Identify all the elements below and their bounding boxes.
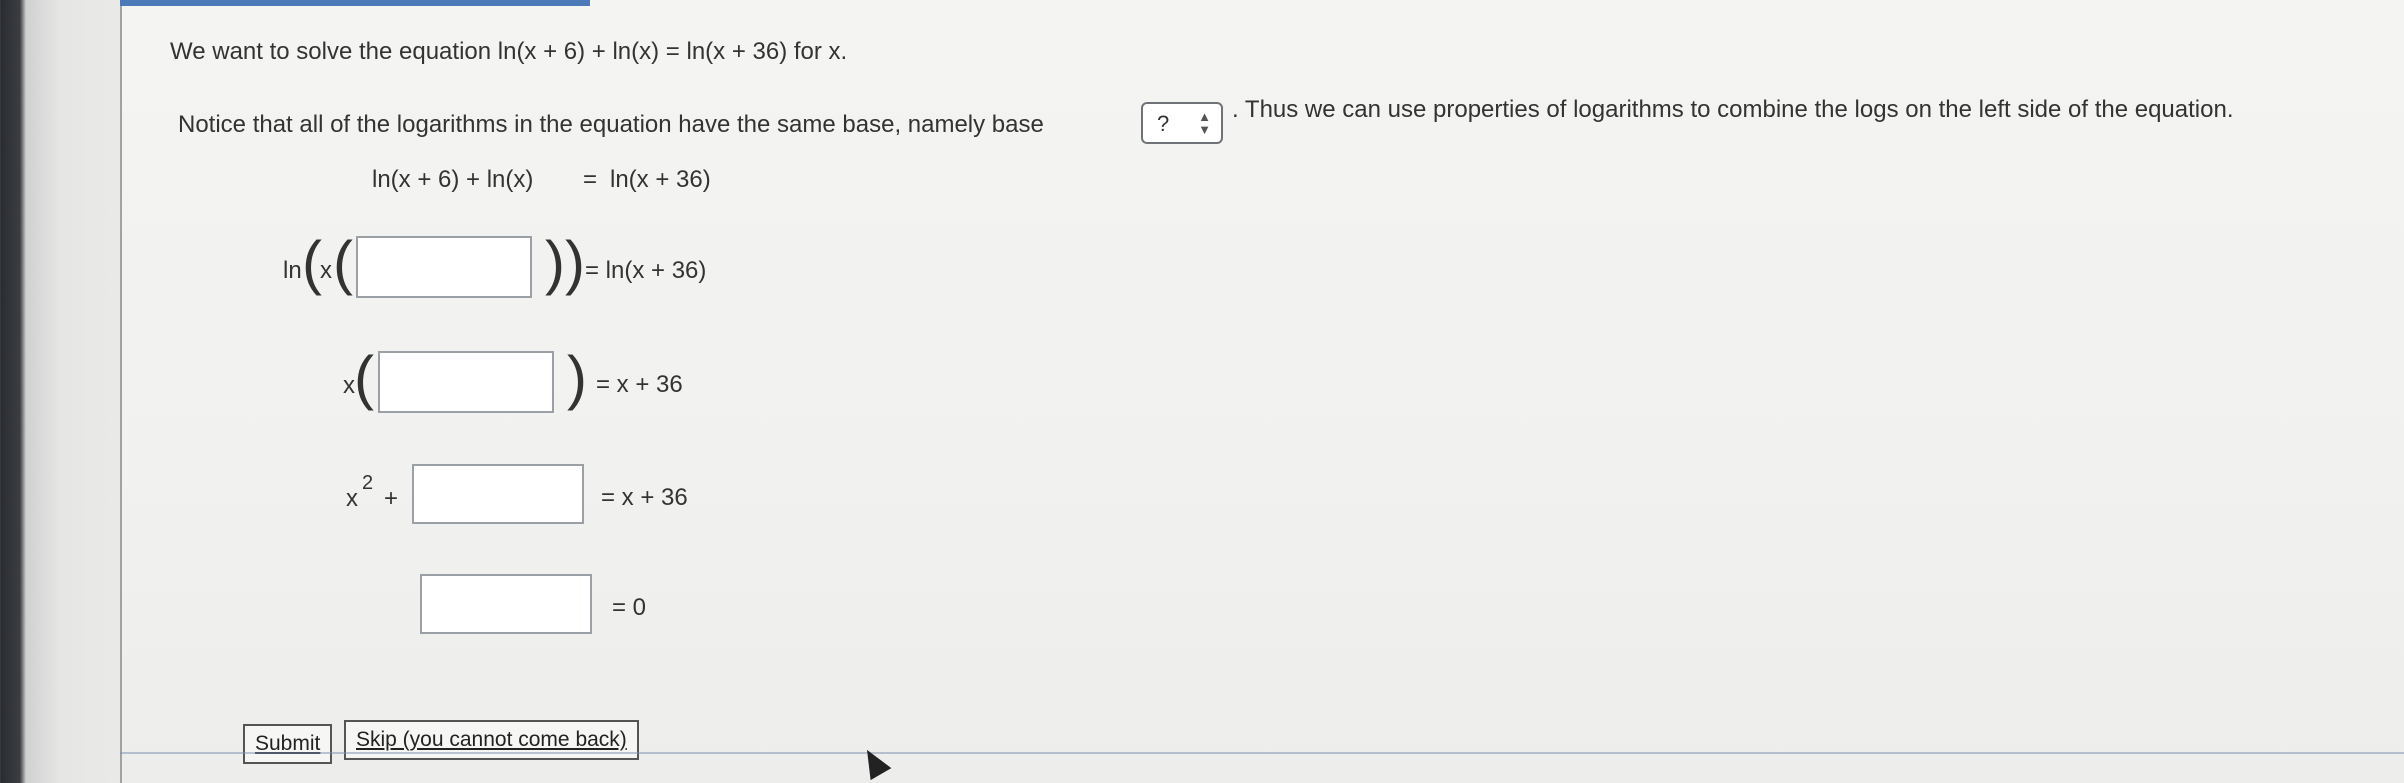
intro-sentence: We want to solve the equation ln(x + 6) …	[170, 38, 848, 65]
step2-ln: ln	[283, 257, 302, 284]
step4-right: = x + 36	[601, 484, 688, 511]
step2-right: = ln(x + 36)	[585, 257, 707, 284]
step4-answer-input[interactable]	[412, 464, 584, 524]
base-dropdown-value: ?	[1157, 111, 1170, 136]
step2-x: x	[320, 257, 332, 284]
step2-open-paren-outer: (	[302, 229, 322, 296]
step3-answer-input[interactable]	[378, 351, 554, 413]
step2-close-parens: ))	[545, 229, 585, 296]
step1-equals: =	[583, 166, 598, 193]
step2-open-paren-inner: (	[333, 229, 353, 296]
step4-plus: +	[384, 485, 399, 512]
notice-text-before: Notice that all of the logarithms in the…	[178, 111, 1044, 138]
step3-right: = x + 36	[596, 371, 683, 398]
updown-arrows-icon: ▲ ▼	[1198, 109, 1211, 137]
bottom-divider	[120, 752, 2404, 754]
step5-answer-input[interactable]	[420, 574, 592, 634]
step2-answer-input[interactable]	[356, 236, 532, 298]
step1-right: ln(x + 36)	[610, 166, 711, 193]
skip-button[interactable]: Skip (you cannot come back)	[344, 720, 639, 760]
header-bar	[120, 0, 590, 6]
intro-text: We want to solve the equation ln(x + 6) …	[170, 38, 847, 66]
step3-close-paren: )	[567, 344, 587, 411]
step3-open-paren: (	[354, 344, 374, 411]
submit-button[interactable]: Submit	[243, 724, 333, 764]
step4-x: x	[346, 485, 358, 512]
step4-exponent: 2	[362, 472, 374, 494]
notice-text-after: . Thus we can use properties of logarith…	[1232, 96, 2234, 123]
step1-left: ln(x + 6) + ln(x)	[372, 166, 534, 193]
base-dropdown[interactable]: ? ▲ ▼	[1141, 102, 1223, 144]
step5-right: = 0	[612, 594, 647, 621]
